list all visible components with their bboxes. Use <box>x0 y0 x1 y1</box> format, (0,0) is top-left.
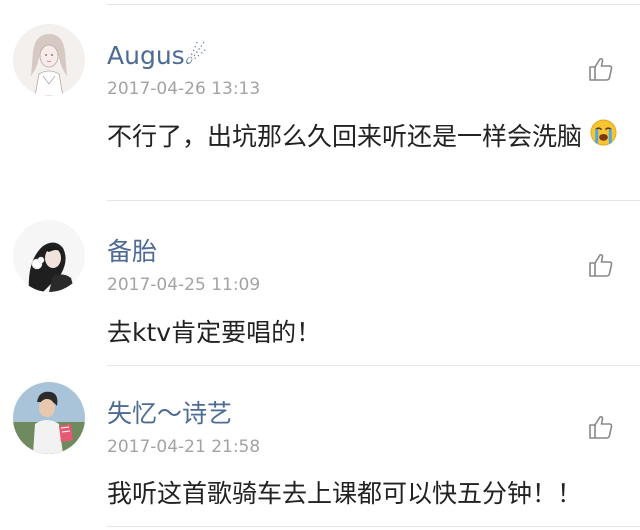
photo-person-avatar <box>13 382 85 454</box>
username[interactable]: 失忆～诗艺 <box>107 399 232 429</box>
user-avatar[interactable] <box>13 382 85 454</box>
username[interactable]: 备胎 <box>107 237 157 267</box>
timestamp: 2017-04-21 21:58 <box>107 437 261 457</box>
comment-text: 我听这首歌骑车去上课都可以快五分钟！！ <box>107 479 583 508</box>
divider <box>107 526 640 527</box>
loudly-crying-face-icon <box>590 118 617 158</box>
timestamp: 2017-04-25 11:09 <box>107 275 261 295</box>
sketch-girl-avatar <box>13 24 85 96</box>
timestamp: 2017-04-26 13:13 <box>107 79 261 99</box>
user-avatar[interactable] <box>13 220 85 292</box>
like-button[interactable] <box>588 414 614 440</box>
thumbs-up-icon <box>589 253 613 277</box>
thumbs-up-icon <box>589 57 613 81</box>
top-divider <box>107 4 640 5</box>
divider <box>107 365 640 366</box>
thumbs-up-icon <box>589 415 613 439</box>
comment-text-content: 不行了，出坑那么久回来听还是一样会洗脑 <box>107 122 583 151</box>
like-button[interactable] <box>588 252 614 278</box>
like-button[interactable] <box>588 56 614 82</box>
divider <box>107 200 640 201</box>
username[interactable]: Augus☄ <box>107 41 207 71</box>
comment-text: 不行了，出坑那么久回来听还是一样会洗脑 <box>107 117 627 158</box>
comment-text: 去ktv肯定要唱的！ <box>107 318 322 347</box>
user-avatar[interactable] <box>13 24 85 96</box>
dark-hair-girl-avatar <box>13 220 85 292</box>
